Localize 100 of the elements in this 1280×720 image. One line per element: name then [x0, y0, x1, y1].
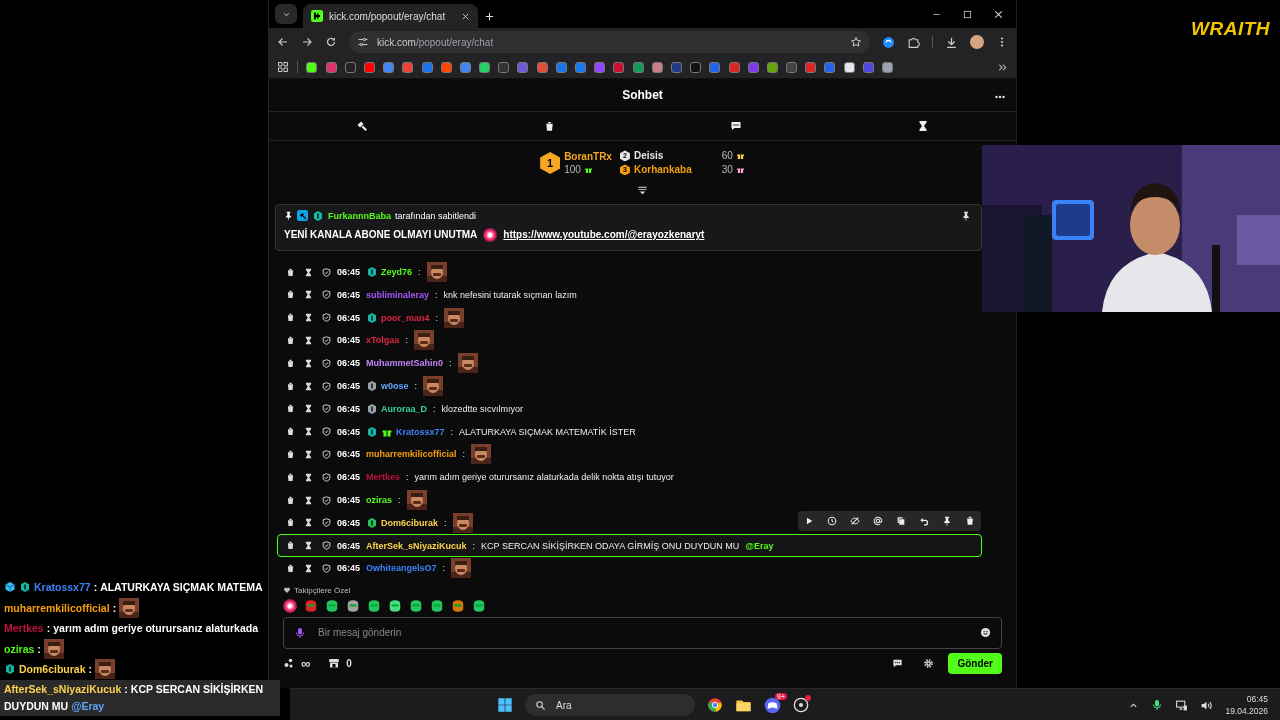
colon: :	[37, 642, 41, 655]
colon: :	[88, 663, 93, 676]
colon: :	[444, 517, 447, 528]
browser-tab[interactable]: kick.com/popout/eray/chat	[303, 4, 478, 28]
chat-message[interactable]: 06:45 Auroraa_D : klozedtte sıcvılmıyor	[277, 397, 982, 421]
colon: :	[433, 403, 436, 414]
chat-message[interactable]: 06:45 muharremkilicofficial :	[277, 443, 982, 466]
username[interactable]: Kratossx77	[396, 426, 445, 437]
message-time: 06:45	[337, 495, 361, 505]
message-time: 06:45	[337, 312, 361, 323]
chat-message[interactable]: 06:45 oziras :	[277, 488, 982, 512]
pinned-by-user: FurkannnBaba	[328, 210, 391, 221]
chat-message[interactable]: 06:45 subliminaleray : knk nefesini tutarak sıçman lazım	[277, 283, 982, 307]
colon: :	[46, 622, 51, 635]
colon: :	[449, 358, 452, 369]
username: Kratossx77	[34, 581, 91, 594]
leaderboard-name: Korhankaba	[633, 164, 692, 176]
leaderboard-name: BoranTRx	[564, 150, 612, 162]
message-text: yarım adım geriye oturursanız alaturkada delik nokta atışı tutuyor	[414, 472, 674, 483]
message-time: 06:45	[337, 358, 361, 369]
message-text: yarım adım geriye oturursanız alaturkada	[53, 622, 259, 635]
message-time: 06:45	[337, 540, 361, 551]
chat-message[interactable]: 06:45 xTolgaa :	[277, 329, 982, 352]
chat-title: Sohbet	[622, 88, 663, 102]
username: AfterSek_sNiyaziKucuk	[4, 681, 122, 697]
chat-message[interactable]: 06:45 poor_man4 :	[277, 306, 982, 330]
username: muharremkilicofficial	[4, 601, 110, 614]
colon: :	[93, 581, 98, 594]
message-text: knk nefesini tutarak sıçman lazım	[443, 289, 577, 300]
message-time: 06:45	[337, 517, 361, 528]
chat-message[interactable]: 06:45 MuhammetSahin0 :	[277, 351, 982, 375]
points-value: ∞	[301, 655, 311, 671]
colon: :	[406, 472, 409, 483]
message-time: 06:45	[337, 403, 361, 414]
username: oziras	[4, 642, 35, 655]
colon: :	[462, 449, 466, 460]
gift-count: 100	[564, 163, 581, 175]
message-time: 06:45	[337, 267, 361, 278]
message-time: 06:45	[337, 472, 361, 483]
message-time: 06:45	[337, 289, 361, 300]
chat-message[interactable]: 06:45 Mertkes : yarım adım geriye oturursanız alaturkada delik nokta atışı tutuyor	[277, 465, 982, 489]
message-text: ALATURKAYA SIÇMAK MATEMA	[100, 581, 263, 594]
username[interactable]: Zeyd76	[381, 267, 413, 278]
message-time: 06:45	[337, 381, 361, 391]
rank-badge: 1	[540, 151, 561, 174]
message-box[interactable]: Bir mesaj gönderin	[283, 616, 1002, 649]
address-bar[interactable]: kick.com/popout/eray/chat	[349, 31, 870, 53]
chat-message[interactable]: 06:45 Zeyd76 :	[277, 260, 982, 284]
colon: :	[405, 335, 408, 346]
colon: :	[450, 426, 454, 437]
username[interactable]: Dom6ciburak	[381, 517, 439, 528]
message-time: 06:45	[337, 426, 361, 437]
mention-link[interactable]: @Eray	[745, 540, 774, 551]
gift-count: 30	[721, 164, 733, 176]
colon: :	[435, 312, 439, 323]
username[interactable]: muharremkilicofficial	[366, 449, 457, 460]
colon: :	[442, 563, 446, 574]
message-time: 06:45	[337, 335, 361, 346]
chat-message[interactable]: 06:45 Kratossx77 : ALATURKAYA SIÇMAK MATEMATİK İSTER	[277, 420, 982, 443]
stream-logo: WRAITH	[1191, 18, 1270, 40]
leaderboard-name: Deisis	[633, 150, 664, 162]
username[interactable]: w0ose	[381, 381, 409, 391]
pinned-link[interactable]: https://www.youtube.com/@erayozkenaryt	[503, 229, 705, 241]
chat-message[interactable]: 06:45 OwhiteangelsO7 :	[277, 557, 982, 580]
username[interactable]: subliminaleray	[366, 289, 430, 300]
gift-count: 60	[721, 150, 733, 162]
username: Mertkes	[4, 622, 44, 635]
username[interactable]: AfterSek_sNiyaziKucuk	[366, 540, 467, 551]
username: Dom6ciburak	[19, 663, 86, 676]
message-input[interactable]: Bir mesaj gönderin	[316, 626, 970, 640]
clock-time[interactable]: 06:45	[1246, 694, 1268, 704]
message-text: KCP SERCAN SİKİŞİRKEN	[130, 681, 264, 697]
username[interactable]: MuhammetSahin0	[366, 358, 444, 369]
store-count: 0	[346, 657, 352, 669]
message-text: klozedtte sıcvılmıyor	[441, 403, 524, 414]
message-text: KCP SERCAN SİKİŞİRKEN ODAYA GİRMİŞ ONU DUYDUN MU	[481, 540, 740, 551]
username[interactable]: poor_man4	[381, 312, 430, 323]
chat-message[interactable]: 06:45 w0ose :	[277, 374, 982, 398]
colon: :	[398, 495, 401, 505]
username[interactable]: Auroraa_D	[381, 403, 428, 414]
username[interactable]: xTolgaa	[366, 335, 400, 346]
send-button[interactable]: Gönder	[948, 652, 1002, 674]
message-time: 06:45	[337, 449, 361, 460]
message-time: 06:45	[337, 563, 361, 574]
message-text: DUYDUN MU	[4, 698, 69, 714]
colon: :	[418, 267, 421, 278]
taskbar-search-field[interactable]: Ara	[554, 698, 658, 712]
chat-message[interactable]: 06:45 Dom6ciburak :	[277, 511, 982, 535]
colon: :	[112, 601, 117, 614]
username[interactable]: OwhiteangelsO7	[366, 563, 437, 574]
colon: :	[414, 381, 418, 391]
pinned-by-text: tarafından sabitlendi	[395, 210, 477, 221]
pinned-text: YENİ KANALA ABONE OLMAYI UNUTMA	[284, 229, 478, 241]
colon: :	[124, 681, 128, 697]
clock-date[interactable]: 19.04.2026	[1225, 706, 1268, 716]
followers-only-label: Takipçilere Özel	[294, 585, 351, 595]
colon: :	[472, 540, 476, 551]
colon: :	[435, 289, 438, 300]
search-box[interactable]: Ara	[525, 694, 695, 716]
username[interactable]: oziras	[366, 495, 393, 505]
